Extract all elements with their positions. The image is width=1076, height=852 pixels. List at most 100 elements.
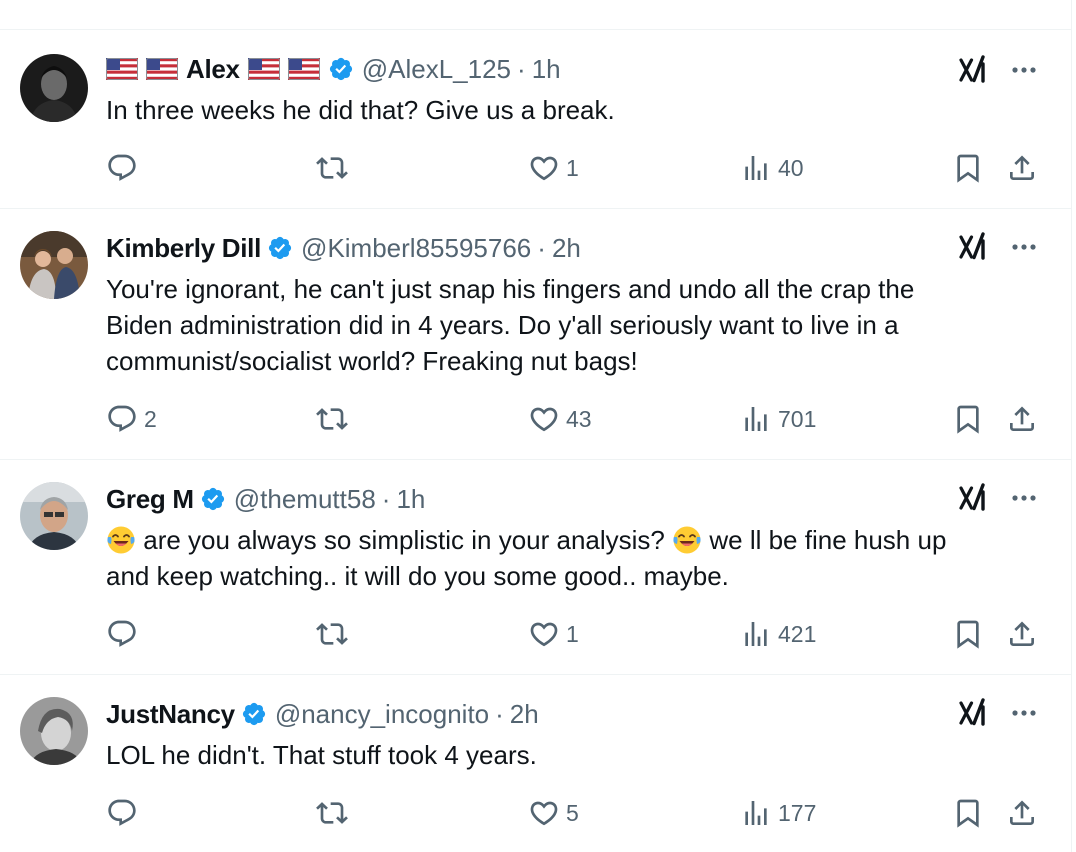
view-count: 177 [778,799,817,826]
like-button[interactable]: 1 [528,614,579,654]
views-icon [740,797,772,829]
avatar[interactable] [20,231,88,299]
view-count: 701 [778,405,817,432]
bookmark-button[interactable] [952,614,984,654]
share-icon [1006,797,1038,829]
verified-badge-icon [200,486,226,512]
tweet[interactable]: Greg M @themutt58 · 1h are you always so… [0,460,1070,674]
timeline-border [1071,0,1072,852]
like-count: 1 [566,154,579,181]
repost-button[interactable] [316,614,354,654]
tweet-text: LOL he didn't. That stuff took 4 years. [106,740,537,770]
repost-icon [316,618,348,650]
reply-count: 2 [144,405,157,432]
separator: · [537,232,546,263]
more-icon[interactable] [1006,231,1042,263]
share-button[interactable] [1006,399,1038,439]
tweet-text: are you always so simplistic in your ana… [106,522,1016,594]
timestamp[interactable]: 2h [510,699,539,730]
like-button[interactable]: 5 [528,793,579,833]
like-count: 5 [566,799,579,826]
bookmark-button[interactable] [952,793,984,833]
more-icon[interactable] [1006,482,1042,514]
display-name[interactable]: JustNancy [106,699,235,730]
like-button[interactable]: 43 [528,399,592,439]
verified-badge-icon [267,235,293,261]
grok-icon[interactable] [958,54,990,86]
timestamp[interactable]: 2h [552,233,581,264]
bookmark-button[interactable] [952,148,984,188]
bookmark-icon [952,403,984,435]
avatar[interactable] [20,482,88,550]
verified-badge-icon [241,701,267,727]
grok-icon[interactable] [958,697,990,729]
reply-icon [106,618,138,650]
repost-icon [316,797,348,829]
share-button[interactable] [1006,793,1038,833]
grok-icon[interactable] [958,482,990,514]
share-icon [1006,152,1038,184]
like-count: 43 [566,405,592,432]
timestamp[interactable]: 1h [396,484,425,515]
heart-icon [528,618,560,650]
username[interactable]: @AlexL_125 [362,54,511,85]
share-button[interactable] [1006,614,1038,654]
share-button[interactable] [1006,148,1038,188]
like-count: 1 [566,620,579,647]
reply-icon [106,152,138,184]
us-flag-icon [288,58,320,80]
share-icon [1006,618,1038,650]
heart-icon [528,403,560,435]
bookmark-icon [952,152,984,184]
views-icon [740,403,772,435]
repost-button[interactable] [316,399,354,439]
repost-button[interactable] [316,793,354,833]
reply-button[interactable] [106,614,144,654]
tweet[interactable]: Alex @AlexL_125 · 1h In three weeks he d… [0,30,1070,208]
more-icon[interactable] [1006,697,1042,729]
username[interactable]: @Kimberl85595766 [301,233,531,264]
share-icon [1006,403,1038,435]
tweet-text-line: You're ignorant, he can't just snap his … [106,274,915,304]
separator: · [381,483,391,514]
display-name[interactable]: Alex [186,54,240,85]
display-name[interactable]: Kimberly Dill [106,233,261,264]
tweet-text-part: are you always so simplistic in your ana… [143,525,665,555]
tweet-header: Greg M @themutt58 · 1h [106,482,425,516]
avatar[interactable] [20,54,88,122]
avatar[interactable] [20,697,88,765]
repost-icon [316,152,348,184]
tweet-text-line: communist/socialist world? Freaking nut … [106,346,638,376]
separator: · [495,698,504,729]
reply-button[interactable] [106,793,144,833]
tweet[interactable]: JustNancy @nancy_incognito · 2h LOL he d… [0,675,1070,852]
views-button[interactable]: 177 [740,793,816,833]
repost-button[interactable] [316,148,354,188]
reply-button[interactable] [106,148,144,188]
views-button[interactable]: 40 [740,148,804,188]
views-button[interactable]: 421 [740,614,816,654]
grok-icon[interactable] [958,231,990,263]
repost-icon [316,403,348,435]
like-button[interactable]: 1 [528,148,579,188]
tweet-text-line: are you always so simplistic in your ana… [106,522,1016,558]
username[interactable]: @themutt58 [234,484,376,515]
reply-icon [106,797,138,829]
view-count: 421 [778,620,817,647]
reply-icon [106,403,138,435]
timestamp[interactable]: 1h [532,54,561,85]
tweet[interactable]: Kimberly Dill @Kimberl85595766 · 2h You'… [0,209,1070,459]
display-name[interactable]: Greg M [106,484,194,515]
tweet-text: You're ignorant, he can't just snap his … [106,271,1016,379]
bookmark-button[interactable] [952,399,984,439]
tweet-text-line: Biden administration did in 4 years. Do … [106,310,899,340]
separator: · [517,53,526,84]
views-button[interactable]: 701 [740,399,816,439]
tweet-text-part: we ll be fine hush up [709,525,947,555]
bookmark-icon [952,618,984,650]
reply-button[interactable]: 2 [106,399,157,439]
username[interactable]: @nancy_incognito [275,699,489,730]
tweet-header: JustNancy @nancy_incognito · 2h [106,697,539,731]
more-icon[interactable] [1006,54,1042,86]
bookmark-icon [952,797,984,829]
